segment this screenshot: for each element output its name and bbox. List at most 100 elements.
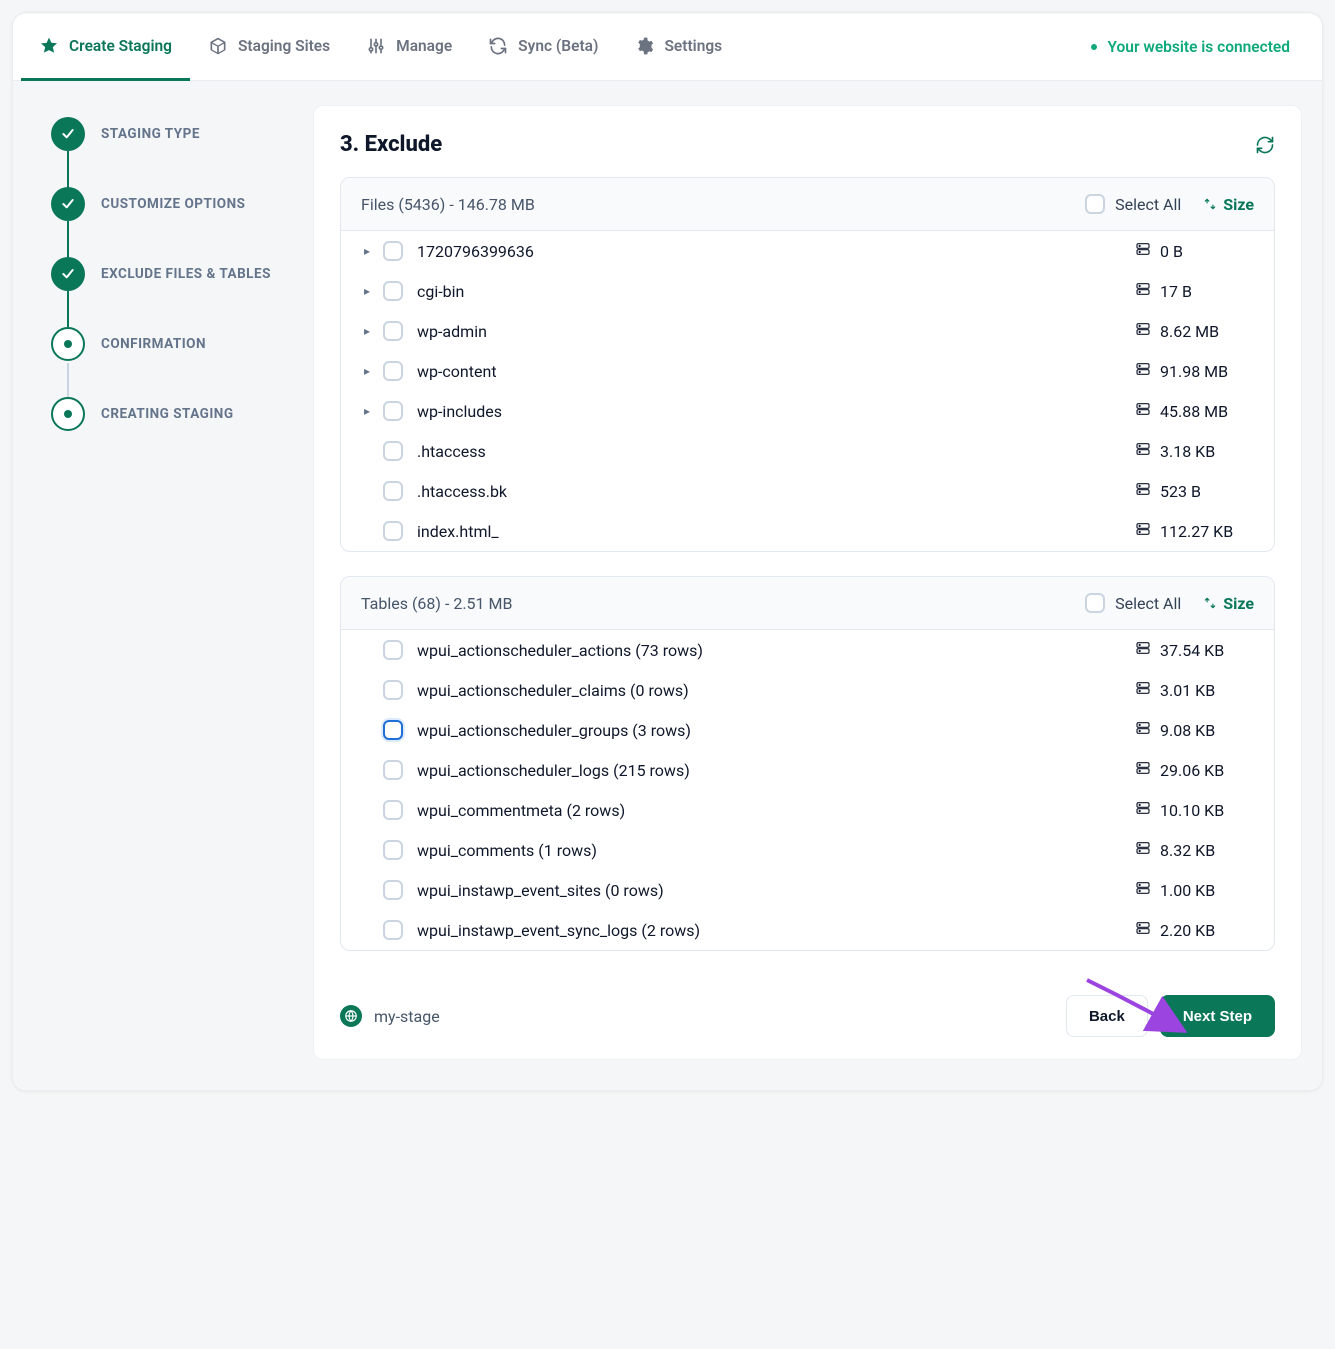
file-checkbox[interactable] bbox=[383, 401, 403, 421]
table-name: wpui_actionscheduler_claims (0 rows) bbox=[413, 681, 1124, 700]
site-name: my-stage bbox=[374, 1007, 440, 1026]
file-name: .htaccess bbox=[413, 442, 1124, 461]
tables-list[interactable]: wpui_actionscheduler_actions (73 rows) 37… bbox=[341, 630, 1274, 950]
table-size: 1.00 KB bbox=[1134, 880, 1254, 900]
table-checkbox[interactable] bbox=[383, 760, 403, 780]
table-row[interactable]: wpui_comments (1 rows)8.32 KB bbox=[341, 830, 1274, 870]
tab-settings[interactable]: Settings bbox=[616, 14, 740, 81]
files-panel-header: Files (5436) - 146.78 MB Select All Size bbox=[341, 178, 1274, 231]
dot-icon bbox=[64, 340, 72, 348]
table-name: wpui_instawp_event_sync_logs (2 rows) bbox=[413, 921, 1124, 940]
file-checkbox[interactable] bbox=[383, 361, 403, 381]
step-exclude-files-tables[interactable]: EXCLUDE FILES & TABLES bbox=[51, 257, 289, 291]
files-list[interactable]: ▸17207963996360 B▸cgi-bin17 B▸wp-admin8.… bbox=[341, 231, 1274, 551]
caret-icon[interactable]: ▸ bbox=[361, 364, 373, 378]
table-size: 3.01 KB bbox=[1134, 680, 1254, 700]
disk-icon bbox=[1134, 281, 1152, 301]
file-row[interactable]: ▸cgi-bin17 B bbox=[341, 271, 1274, 311]
tab-manage[interactable]: Manage bbox=[348, 14, 470, 81]
disk-icon bbox=[1134, 680, 1152, 700]
tab-sync[interactable]: Sync (Beta) bbox=[470, 14, 616, 81]
back-button[interactable]: Back bbox=[1066, 995, 1148, 1037]
table-name: wpui_actionscheduler_actions (73 rows) bbox=[413, 641, 1124, 660]
tables-sort-size[interactable]: Size bbox=[1203, 594, 1254, 613]
table-row[interactable]: wpui_instawp_event_sites (0 rows)1.00 KB bbox=[341, 870, 1274, 910]
checkbox-icon[interactable] bbox=[1085, 593, 1105, 613]
file-checkbox[interactable] bbox=[383, 441, 403, 461]
files-sort-size[interactable]: Size bbox=[1203, 195, 1254, 214]
table-checkbox[interactable] bbox=[383, 920, 403, 940]
step-staging-type[interactable]: STAGING TYPE bbox=[51, 117, 289, 151]
file-row[interactable]: .htaccess 3.18 KB bbox=[341, 431, 1274, 471]
step-label: EXCLUDE FILES & TABLES bbox=[101, 266, 271, 282]
checkbox-icon[interactable] bbox=[1085, 194, 1105, 214]
file-checkbox[interactable] bbox=[383, 241, 403, 261]
tables-select-all[interactable]: Select All bbox=[1085, 593, 1181, 613]
table-row[interactable]: wpui_instawp_event_sync_logs (2 rows)2.2… bbox=[341, 910, 1274, 950]
status-dot-icon bbox=[1091, 44, 1097, 50]
step-label: CREATING STAGING bbox=[101, 406, 234, 422]
files-panel-title: Files (5436) - 146.78 MB bbox=[361, 195, 535, 214]
table-checkbox[interactable] bbox=[383, 800, 403, 820]
file-size: 8.62 MB bbox=[1134, 321, 1254, 341]
table-size-value: 10.10 KB bbox=[1160, 801, 1224, 820]
file-checkbox[interactable] bbox=[383, 321, 403, 341]
step-badge-icon bbox=[51, 397, 85, 431]
files-select-all[interactable]: Select All bbox=[1085, 194, 1181, 214]
disk-icon bbox=[1134, 640, 1152, 660]
file-row[interactable]: .htaccess.bk523 B bbox=[341, 471, 1274, 511]
tab-label: Create Staging bbox=[69, 37, 172, 55]
content-body: STAGING TYPE CUSTOMIZE OPTIONS EXCLUDE FIL… bbox=[13, 81, 1322, 1090]
files-select-all-label: Select All bbox=[1115, 195, 1181, 214]
file-checkbox[interactable] bbox=[383, 281, 403, 301]
step-customize-options[interactable]: CUSTOMIZE OPTIONS bbox=[51, 187, 289, 221]
refresh-icon[interactable] bbox=[1255, 135, 1275, 155]
file-row[interactable]: ▸wp-content91.98 MB bbox=[341, 351, 1274, 391]
tab-label: Sync (Beta) bbox=[518, 37, 598, 55]
file-checkbox[interactable] bbox=[383, 481, 403, 501]
table-checkbox[interactable] bbox=[383, 880, 403, 900]
main-header: 3. Exclude bbox=[340, 132, 1275, 157]
globe-icon bbox=[340, 1005, 362, 1027]
tab-staging-sites[interactable]: Staging Sites bbox=[190, 14, 348, 81]
caret-icon[interactable]: ▸ bbox=[361, 324, 373, 338]
sync-icon bbox=[488, 36, 508, 56]
file-name: cgi-bin bbox=[413, 282, 1124, 301]
table-size: 37.54 KB bbox=[1134, 640, 1254, 660]
table-row[interactable]: wpui_actionscheduler_claims (0 rows) 3.01… bbox=[341, 670, 1274, 710]
file-row[interactable]: ▸17207963996360 B bbox=[341, 231, 1274, 271]
file-size-value: 0 B bbox=[1160, 242, 1183, 261]
file-row[interactable]: ▸wp-admin8.62 MB bbox=[341, 311, 1274, 351]
file-size: 0 B bbox=[1134, 241, 1254, 261]
table-row[interactable]: wpui_actionscheduler_groups (3 rows)9.08… bbox=[341, 710, 1274, 750]
step-confirmation[interactable]: CONFIRMATION bbox=[51, 327, 289, 361]
table-size-value: 8.32 KB bbox=[1160, 841, 1215, 860]
caret-icon[interactable]: ▸ bbox=[361, 404, 373, 418]
file-row[interactable]: index.html_112.27 KB bbox=[341, 511, 1274, 551]
top-nav: Create Staging Staging SitesManage Sync (B… bbox=[13, 13, 1322, 81]
table-row[interactable]: wpui_actionscheduler_actions (73 rows) 37… bbox=[341, 630, 1274, 670]
table-name: wpui_actionscheduler_logs (215 rows) bbox=[413, 761, 1124, 780]
table-checkbox[interactable] bbox=[383, 720, 403, 740]
caret-icon[interactable]: ▸ bbox=[361, 244, 373, 258]
table-checkbox[interactable] bbox=[383, 640, 403, 660]
disk-icon bbox=[1134, 880, 1152, 900]
disk-icon bbox=[1134, 920, 1152, 940]
caret-icon[interactable]: ▸ bbox=[361, 284, 373, 298]
tab-create-staging[interactable]: Create Staging bbox=[21, 14, 190, 81]
main-card: 3. Exclude Files (5436) - 146.78 MB bbox=[313, 105, 1302, 1060]
file-checkbox[interactable] bbox=[383, 521, 403, 541]
step-creating-staging[interactable]: CREATING STAGING bbox=[51, 397, 289, 431]
tables-panel-title: Tables (68) - 2.51 MB bbox=[361, 594, 512, 613]
table-row[interactable]: wpui_commentmeta (2 rows)10.10 KB bbox=[341, 790, 1274, 830]
connected-status-label: Your website is connected bbox=[1107, 38, 1290, 56]
file-size-value: 112.27 KB bbox=[1160, 522, 1233, 541]
table-checkbox[interactable] bbox=[383, 840, 403, 860]
table-size: 10.10 KB bbox=[1134, 800, 1254, 820]
table-row[interactable]: wpui_actionscheduler_logs (215 rows)29.0… bbox=[341, 750, 1274, 790]
file-size: 3.18 KB bbox=[1134, 441, 1254, 461]
table-checkbox[interactable] bbox=[383, 680, 403, 700]
disk-icon bbox=[1134, 840, 1152, 860]
next-step-button[interactable]: Next Step bbox=[1160, 995, 1275, 1037]
file-row[interactable]: ▸wp-includes45.88 MB bbox=[341, 391, 1274, 431]
